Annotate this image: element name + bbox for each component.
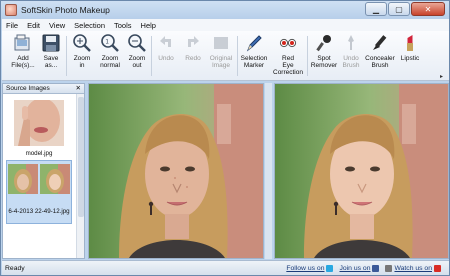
thumbnail-label: model.jpg <box>25 150 53 157</box>
red-eye-icon <box>277 33 299 53</box>
undo-brush-button[interactable]: Undo Brush <box>339 33 363 69</box>
zoom-out-icon <box>126 33 148 53</box>
toolbar-separator <box>307 36 308 76</box>
lipstick-button[interactable]: Lipstic <box>398 33 422 62</box>
save-as-label: Save as... <box>43 55 59 69</box>
menu-edit[interactable]: Edit <box>27 21 40 30</box>
panel-splitter[interactable] <box>265 83 272 259</box>
menu-tools[interactable]: Tools <box>114 21 132 30</box>
status-text: Ready <box>5 264 25 272</box>
undo-button[interactable]: Undo <box>153 33 179 62</box>
zoom-in-icon <box>71 33 93 53</box>
toolbar-separator <box>151 36 152 76</box>
add-files-label: Add File(s)... <box>11 55 35 69</box>
spot-remover-label: Spot Remover <box>310 55 338 69</box>
camera-icon <box>385 264 393 272</box>
zoom-normal-icon: 1 <box>99 33 121 53</box>
close-icon: ✕ <box>424 4 432 14</box>
follow-label: Follow us on <box>286 264 325 272</box>
undo-icon <box>155 33 177 53</box>
maximize-icon: ▢ <box>395 4 403 14</box>
watch-link[interactable]: Watch us on <box>385 264 441 272</box>
red-eye-correction-button[interactable]: Red Eye Correction <box>270 33 306 76</box>
source-images-pane: Source Images ✕ model.jpg 6-4-2013 22-49… <box>2 83 85 259</box>
facebook-icon <box>372 264 380 272</box>
save-icon <box>40 33 62 53</box>
zoom-out-button[interactable]: Zoom out <box>124 33 150 69</box>
original-photo[interactable] <box>89 84 263 258</box>
follow-link[interactable]: Follow us on <box>286 264 334 272</box>
pane-scrollbar[interactable] <box>76 94 84 258</box>
source-images-title: Source Images <box>6 85 50 92</box>
social-links: Follow us on Join us on Watch us on <box>286 264 441 272</box>
add-files-icon <box>12 33 34 53</box>
zoom-normal-button[interactable]: 1 Zoom normal <box>96 33 124 69</box>
selection-marker-label: Selection Marker <box>240 55 268 69</box>
app-window: SoftSkin Photo Makeup ▁ ▢ ✕ File Edit Vi… <box>0 0 450 276</box>
thumbnail-image <box>6 98 72 148</box>
original-photo-panel <box>88 83 264 259</box>
original-image-icon <box>210 33 232 53</box>
lipstick-icon <box>399 33 421 53</box>
spot-remover-button[interactable]: Spot Remover <box>309 33 339 69</box>
spot-remover-icon <box>313 33 335 53</box>
concealer-brush-button[interactable]: Concealer Brush <box>363 33 397 69</box>
toolbar: Add File(s)... Save as... Zoom in 1 Zoom… <box>2 31 449 81</box>
zoom-out-label: Zoom out <box>128 55 146 69</box>
add-files-button[interactable]: Add File(s)... <box>8 33 38 69</box>
source-images-header: Source Images ✕ <box>3 84 84 94</box>
corrected-photo-panel <box>274 83 449 259</box>
marker-icon <box>243 33 265 53</box>
minimize-icon: ▁ <box>372 4 380 14</box>
original-image-label: Original Image <box>209 55 233 69</box>
menu-selection[interactable]: Selection <box>74 21 105 30</box>
watch-label: Watch us on <box>394 264 432 272</box>
thumbnail-selected[interactable]: 6-4-2013 22-49-12.jpg <box>6 160 72 224</box>
selection-marker-button[interactable]: Selection Marker <box>238 33 270 69</box>
title-bar: SoftSkin Photo Makeup ▁ ▢ ✕ <box>1 1 449 19</box>
app-icon <box>5 4 17 16</box>
redo-icon <box>182 33 204 53</box>
close-button[interactable]: ✕ <box>411 2 445 16</box>
undo-label: Undo <box>158 55 174 62</box>
pane-close-icon[interactable]: ✕ <box>76 84 84 93</box>
menu-view[interactable]: View <box>49 21 65 30</box>
scrollbar-thumb[interactable] <box>78 97 84 217</box>
status-bar: Ready Follow us on Join us on Watch us o… <box>2 260 449 275</box>
maximize-button[interactable]: ▢ <box>388 2 410 16</box>
menu-bar: File Edit View Selection Tools Help <box>2 19 449 31</box>
undo-brush-icon <box>340 33 362 53</box>
toolbar-overflow-icon[interactable]: ▸ <box>440 73 443 80</box>
toolbar-separator <box>66 36 67 76</box>
minimize-button[interactable]: ▁ <box>365 2 387 16</box>
zoom-in-button[interactable]: Zoom in <box>68 33 96 69</box>
zoom-normal-label: Zoom normal <box>100 55 120 69</box>
redo-label: Redo <box>185 55 201 62</box>
zoom-in-label: Zoom in <box>73 55 91 69</box>
window-controls: ▁ ▢ ✕ <box>365 2 445 16</box>
corrected-photo[interactable] <box>275 84 448 258</box>
redo-button[interactable]: Redo <box>180 33 206 62</box>
thumbnail-model[interactable]: model.jpg <box>6 98 72 157</box>
menu-help[interactable]: Help <box>141 21 156 30</box>
brush-icon <box>369 33 391 53</box>
join-label: Join us on <box>339 264 371 272</box>
concealer-brush-label: Concealer Brush <box>365 55 395 69</box>
thumbnail-label: 6-4-2013 22-49-12.jpg <box>8 208 70 215</box>
save-as-button[interactable]: Save as... <box>38 33 64 69</box>
twitter-icon <box>326 264 334 272</box>
red-eye-label: Red Eye Correction <box>273 55 303 76</box>
thumbnail-image <box>7 164 71 194</box>
original-image-button[interactable]: Original Image <box>206 33 236 69</box>
window-title: SoftSkin Photo Makeup <box>21 5 110 15</box>
lipstick-label: Lipstic <box>400 55 420 62</box>
join-link[interactable]: Join us on <box>339 264 380 272</box>
undo-brush-label: Undo Brush <box>342 55 360 69</box>
svg-text:1: 1 <box>105 39 109 46</box>
youtube-icon <box>434 264 441 272</box>
menu-file[interactable]: File <box>6 21 18 30</box>
